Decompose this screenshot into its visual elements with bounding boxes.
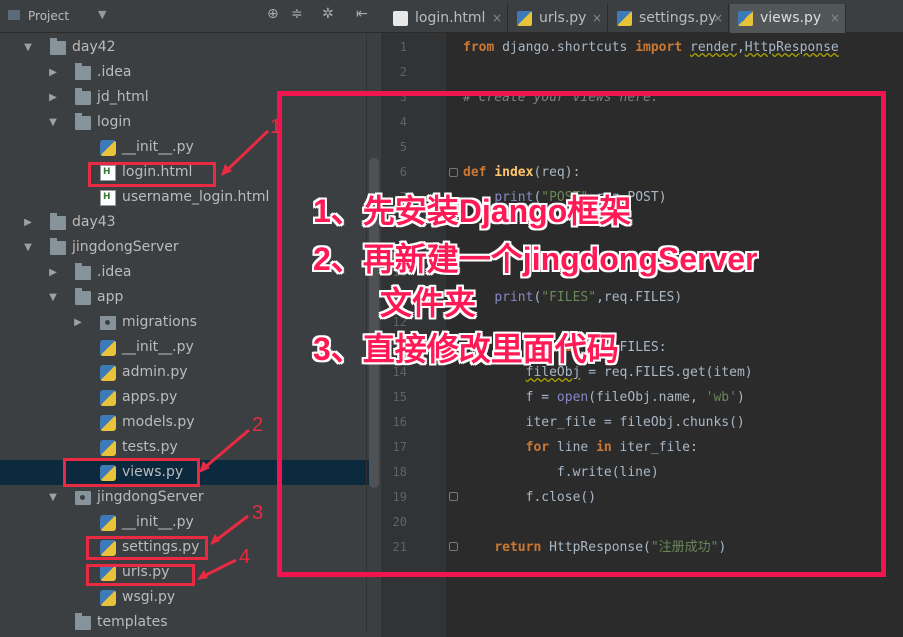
locate-icon[interactable]: ⊕ — [267, 6, 279, 22]
tree-item-label: .idea — [97, 64, 132, 80]
collapsed-arrow-icon[interactable]: ▶ — [47, 85, 59, 110]
python-file-icon — [100, 390, 116, 406]
tree-item-label: day43 — [72, 214, 116, 230]
tree-item-label: username_login.html — [122, 189, 270, 205]
expanded-arrow-icon[interactable]: ▼ — [22, 35, 34, 60]
tree-item-label: models.py — [122, 414, 195, 430]
annotation-number-2: 2 — [252, 414, 264, 436]
package-folder-icon — [75, 491, 91, 505]
python-file-icon — [100, 515, 116, 531]
html-file-icon — [100, 190, 116, 206]
editor-tab-bar: login.html × urls.py × settings.py × views.py × — [381, 0, 903, 33]
line-number: 1 — [399, 40, 407, 54]
folder-icon — [75, 613, 91, 630]
python-file-icon — [100, 590, 116, 606]
python-file-icon — [517, 11, 532, 26]
collapsed-arrow-icon[interactable]: ▶ — [22, 210, 34, 235]
step-2-text: 2、再新建一个jingdongServer — [313, 241, 758, 277]
tree-item-label: migrations — [122, 314, 197, 330]
collapsed-arrow-icon[interactable]: ▶ — [47, 260, 59, 285]
editor-tab[interactable]: login.html × — [385, 4, 508, 33]
folder-icon — [75, 113, 91, 130]
python-file-icon — [100, 365, 116, 381]
project-icon — [8, 10, 20, 20]
tree-item-label: __init__.py — [122, 139, 194, 155]
folder-icon — [75, 63, 91, 80]
close-tab-icon[interactable]: × — [830, 4, 840, 33]
code-line[interactable]: from django.shortcuts import render,Http… — [463, 35, 839, 60]
close-tab-icon[interactable]: × — [592, 4, 602, 33]
line-number: 2 — [399, 65, 407, 79]
folder-icon — [75, 288, 91, 305]
annotation-number-1: 1 — [270, 116, 282, 138]
expanded-arrow-icon[interactable]: ▼ — [47, 110, 59, 135]
collapsed-arrow-icon[interactable]: ▶ — [47, 60, 59, 85]
expanded-arrow-icon[interactable]: ▼ — [47, 285, 59, 310]
folder-icon — [50, 238, 66, 255]
folder-icon — [50, 213, 66, 230]
tree-item-label: admin.py — [122, 364, 188, 380]
tree-item[interactable]: templates — [0, 610, 370, 635]
folder-icon — [75, 88, 91, 105]
folder-icon — [75, 263, 91, 280]
step-2-text-cont: 文件夹 — [380, 285, 477, 321]
annotation-number-4: 4 — [239, 546, 251, 568]
tree-item[interactable]: ▶ .idea — [0, 60, 370, 85]
gear-icon[interactable]: ✲ — [322, 6, 334, 22]
tree-item-label: __init__.py — [122, 514, 194, 530]
collapsed-arrow-icon[interactable]: ▶ — [72, 310, 84, 335]
project-view-dropdown-icon[interactable]: ▼ — [98, 8, 106, 21]
highlight-urls-py — [86, 564, 195, 586]
project-panel-header: Project ▼ ⊕ ≑ ✲ ⇤ — [0, 0, 381, 33]
tree-item-label: .idea — [97, 264, 132, 280]
tree-item-label: templates — [97, 614, 168, 630]
tree-item-label: apps.py — [122, 389, 178, 405]
editor-tab[interactable]: urls.py × — [509, 4, 608, 33]
highlight-login-html — [88, 162, 216, 187]
tree-item-label: jingdongServer — [72, 239, 179, 255]
package-folder-icon — [100, 316, 116, 330]
editor-tab-label: login.html — [415, 10, 486, 26]
close-tab-icon[interactable]: × — [492, 4, 502, 33]
collapse-all-icon[interactable]: ≑ — [291, 6, 303, 22]
step-1-text: 1、先安装Django框架 — [313, 193, 632, 229]
python-file-icon — [100, 440, 116, 456]
tree-item-label: app — [97, 289, 124, 305]
editor-tab-label: settings.py — [639, 10, 717, 26]
annotation-number-3: 3 — [252, 502, 264, 524]
hide-panel-icon[interactable]: ⇤ — [356, 6, 368, 22]
python-file-icon — [617, 11, 632, 26]
editor-tab-label: urls.py — [539, 10, 587, 26]
tree-item[interactable]: wsgi.py — [0, 585, 370, 610]
editor-tab-label: views.py — [760, 10, 822, 26]
editor-tab[interactable]: settings.py × — [609, 4, 729, 33]
expanded-arrow-icon[interactable]: ▼ — [22, 235, 34, 260]
expanded-arrow-icon[interactable]: ▼ — [47, 485, 59, 510]
tree-item-label: jingdongServer — [97, 489, 204, 505]
tree-item-label: login — [97, 114, 132, 130]
project-panel-title[interactable]: Project — [28, 9, 69, 23]
step-3-text: 3、直接修改里面代码 — [313, 331, 619, 367]
tree-item-label: __init__.py — [122, 339, 194, 355]
python-file-icon — [100, 140, 116, 156]
tree-item-label: jd_html — [97, 89, 149, 105]
tree-item[interactable]: ▼ day42 — [0, 35, 370, 60]
html-file-icon — [393, 11, 408, 26]
folder-icon — [50, 38, 66, 55]
python-file-icon — [100, 415, 116, 431]
editor-tab[interactable]: views.py × — [730, 4, 846, 33]
python-file-icon — [738, 11, 753, 26]
tree-item-label: tests.py — [122, 439, 178, 455]
python-file-icon — [100, 340, 116, 356]
highlight-settings-py — [86, 536, 208, 560]
tree-item-label: wsgi.py — [122, 589, 176, 605]
tree-item-label: day42 — [72, 39, 116, 55]
close-tab-icon[interactable]: × — [713, 4, 723, 33]
highlight-views-py — [63, 458, 200, 487]
